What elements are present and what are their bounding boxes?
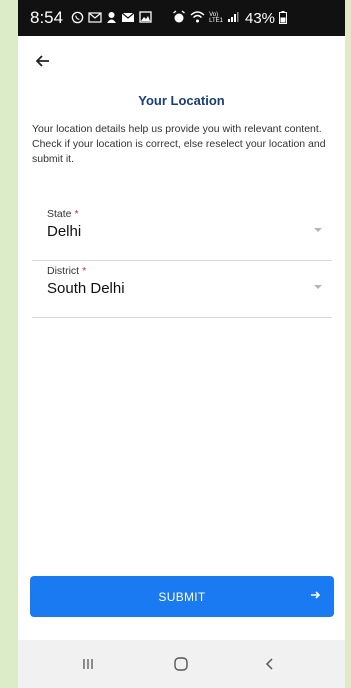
required-mark: * bbox=[74, 208, 79, 220]
page-description: Your location details help us provide yo… bbox=[32, 123, 326, 165]
status-time: 8:54 bbox=[30, 8, 64, 27]
alarm-icon bbox=[172, 10, 186, 26]
back-arrow-icon bbox=[36, 55, 49, 67]
back-button[interactable] bbox=[32, 50, 54, 72]
page-title: Your Location bbox=[138, 93, 225, 108]
district-dropdown[interactable]: District * South Delhi bbox=[32, 265, 332, 318]
back-icon bbox=[265, 658, 273, 670]
recents-button[interactable] bbox=[68, 640, 108, 688]
battery-percent: 43% bbox=[245, 9, 276, 27]
district-label: District * bbox=[47, 265, 87, 277]
required-mark: * bbox=[82, 265, 87, 277]
home-button[interactable] bbox=[161, 640, 201, 688]
chevron-down-icon bbox=[314, 285, 322, 289]
district-value: South Delhi bbox=[47, 280, 125, 297]
volte-icon: Vo) LTE1 bbox=[209, 12, 223, 24]
nav-back-button[interactable] bbox=[250, 640, 290, 688]
arrow-right-icon bbox=[311, 591, 321, 599]
recents-icon bbox=[83, 659, 93, 669]
submit-label: SUBMIT bbox=[158, 589, 206, 604]
battery-icon bbox=[279, 10, 288, 26]
wifi-icon bbox=[190, 11, 205, 25]
system-nav-bar bbox=[18, 640, 345, 688]
phone-screen: 8:54 Vo) LTE1 43% Your Location Your loc… bbox=[18, 0, 345, 688]
status-bar: 8:54 Vo) LTE1 43% bbox=[18, 0, 345, 36]
signal-icon bbox=[227, 11, 239, 25]
state-dropdown[interactable]: State * Delhi bbox=[32, 208, 332, 261]
state-value: Delhi bbox=[47, 223, 82, 240]
mail-icon bbox=[121, 12, 135, 25]
app-icon bbox=[106, 11, 117, 26]
submit-button[interactable]: SUBMIT bbox=[30, 576, 334, 617]
whatsapp-icon bbox=[71, 11, 84, 26]
gallery-icon bbox=[139, 11, 152, 25]
state-label: State * bbox=[47, 208, 79, 220]
gmail-icon bbox=[88, 11, 102, 25]
chevron-down-icon bbox=[314, 228, 322, 232]
home-icon bbox=[174, 657, 188, 671]
